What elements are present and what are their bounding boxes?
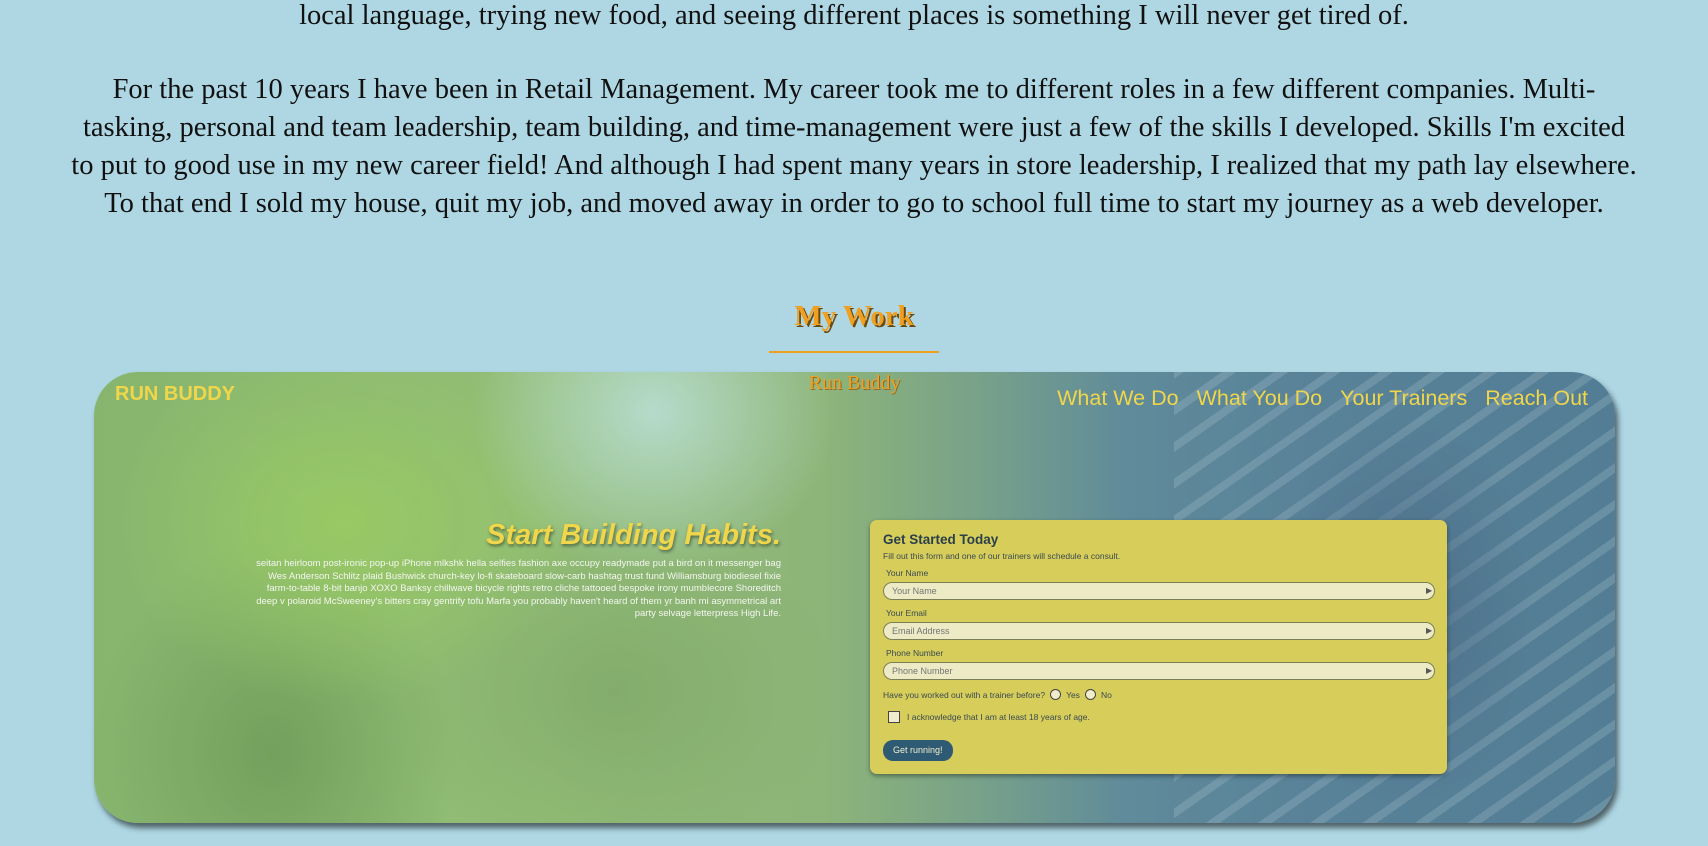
bio-paragraph-2: For the past 10 years I have been in Ret… bbox=[71, 74, 1637, 219]
trainer-question-row: Have you worked out with a trainer befor… bbox=[883, 689, 1112, 700]
age-ack-checkbox bbox=[888, 711, 900, 723]
nav-what-we-do: What We Do bbox=[1057, 386, 1179, 410]
nav-your-trainers: Your Trainers bbox=[1340, 386, 1468, 410]
trainer-question: Have you worked out with a trainer befor… bbox=[883, 689, 1046, 700]
hero-text: seitan heirloom post-ironic pop-up iPhon… bbox=[256, 558, 781, 620]
phone-field-icon: ▶ bbox=[1426, 666, 1433, 675]
signup-form: Get Started Today Fill out this form and… bbox=[870, 520, 1447, 774]
email-label: Your Email bbox=[886, 608, 927, 618]
get-running-button: Get running! bbox=[883, 740, 953, 761]
phone-label: Phone Number bbox=[886, 648, 944, 658]
nav-reach-out: Reach Out bbox=[1485, 386, 1588, 410]
yes-radio bbox=[1050, 689, 1062, 700]
form-title: Get Started Today bbox=[883, 532, 999, 547]
email-input bbox=[883, 622, 1435, 640]
phone-input bbox=[883, 662, 1435, 680]
name-input bbox=[883, 582, 1435, 600]
nav-what-you-do: What You Do bbox=[1196, 386, 1323, 410]
no-radio bbox=[1084, 689, 1096, 700]
yes-label: Yes bbox=[1066, 689, 1080, 700]
bio-paragraph-1: local language, trying new food, and see… bbox=[299, 0, 1409, 31]
age-ack-row: I acknowledge that I am at least 18 year… bbox=[888, 711, 1090, 723]
my-work-heading: My Work bbox=[794, 300, 914, 332]
hero-title: Start Building Habits. bbox=[486, 519, 781, 551]
name-field-icon: ▶ bbox=[1426, 586, 1433, 595]
form-subtitle: Fill out this form and one of our traine… bbox=[883, 551, 1121, 561]
screenshot-nav: What We Do What You Do Your Trainers Rea… bbox=[1057, 386, 1588, 411]
no-label: No bbox=[1100, 689, 1112, 700]
age-ack-label: I acknowledge that I am at least 18 year… bbox=[907, 712, 1090, 722]
email-field-icon: ▶ bbox=[1426, 626, 1433, 635]
heading-underline bbox=[769, 351, 939, 353]
run-buddy-project-card[interactable]: RUN BUDDY Run Buddy What We Do What You … bbox=[94, 372, 1615, 823]
name-label: Your Name bbox=[886, 568, 929, 578]
